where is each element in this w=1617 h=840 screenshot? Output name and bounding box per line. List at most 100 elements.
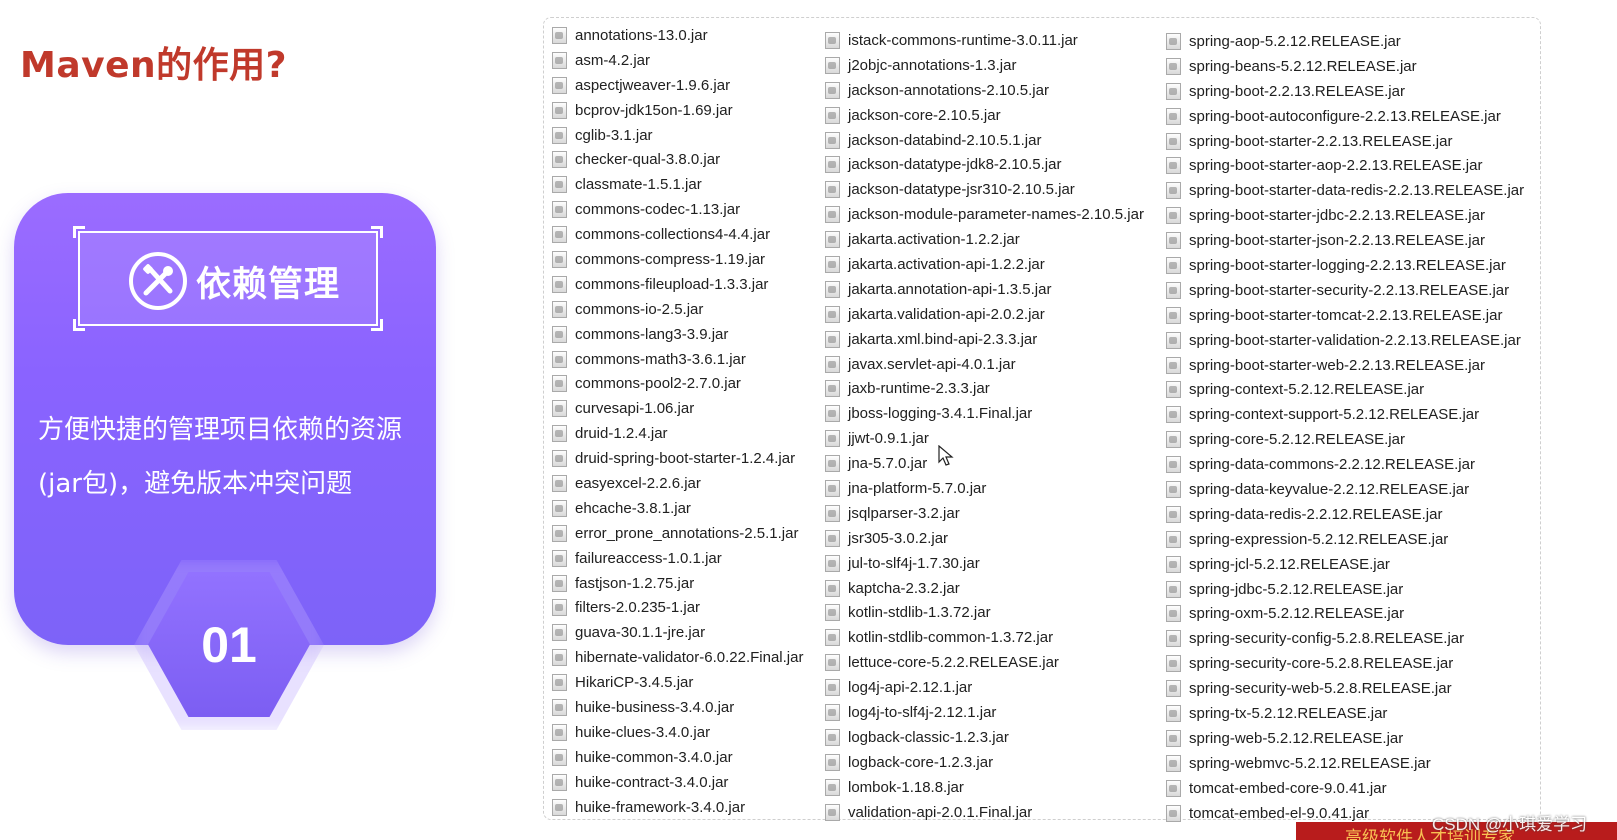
jar-file-item[interactable]: spring-data-redis-2.2.12.RELEASE.jar <box>1166 502 1524 527</box>
jar-file-icon <box>825 753 840 771</box>
jar-file-item[interactable]: validation-api-2.0.1.Final.jar <box>825 800 1144 825</box>
jar-file-item[interactable]: tomcat-embed-core-9.0.41.jar <box>1166 776 1524 801</box>
jar-file-item[interactable]: jackson-datatype-jsr310-2.10.5.jar <box>825 177 1144 202</box>
jar-file-item[interactable]: commons-math3-3.6.1.jar <box>552 347 803 372</box>
jar-file-item[interactable]: commons-pool2-2.7.0.jar <box>552 371 803 396</box>
file-column-1: annotations-13.0.jar asm-4.2.jar aspectjwe… <box>552 23 803 820</box>
jar-file-item[interactable]: commons-io-2.5.jar <box>552 297 803 322</box>
jar-file-item[interactable]: spring-boot-starter-json-2.2.13.RELEASE.… <box>1166 228 1524 253</box>
jar-file-item[interactable]: spring-boot-starter-aop-2.2.13.RELEASE.j… <box>1166 153 1524 178</box>
jar-file-item[interactable]: annotations-13.0.jar <box>552 23 803 48</box>
jar-file-item[interactable]: jakarta.activation-1.2.2.jar <box>825 227 1144 252</box>
jar-file-item[interactable]: HikariCP-3.4.5.jar <box>552 670 803 695</box>
jar-file-item[interactable]: spring-data-commons-2.2.12.RELEASE.jar <box>1166 452 1524 477</box>
jar-file-item[interactable]: spring-boot-starter-security-2.2.13.RELE… <box>1166 278 1524 303</box>
jar-file-item[interactable]: spring-security-web-5.2.8.RELEASE.jar <box>1166 676 1524 701</box>
jar-file-name: jjwt-0.9.1.jar <box>848 430 929 448</box>
jar-file-item[interactable]: commons-lang3-3.9.jar <box>552 322 803 347</box>
jar-file-item[interactable]: cglib-3.1.jar <box>552 123 803 148</box>
jar-file-item[interactable]: jackson-datatype-jdk8-2.10.5.jar <box>825 152 1144 177</box>
jar-file-item[interactable]: commons-collections4-4.4.jar <box>552 222 803 247</box>
jar-file-item[interactable]: huike-framework-3.4.0.jar <box>552 795 803 820</box>
jar-file-item[interactable]: kotlin-stdlib-common-1.3.72.jar <box>825 625 1144 650</box>
jar-file-item[interactable]: jjwt-0.9.1.jar <box>825 426 1144 451</box>
jar-file-item[interactable]: jakarta.annotation-api-1.3.5.jar <box>825 277 1144 302</box>
jar-file-item[interactable]: jna-platform-5.7.0.jar <box>825 476 1144 501</box>
jar-file-name: jsr305-3.0.2.jar <box>848 529 949 547</box>
jar-file-item[interactable]: jakarta.activation-api-1.2.2.jar <box>825 252 1144 277</box>
jar-file-item[interactable]: spring-web-5.2.12.RELEASE.jar <box>1166 726 1524 751</box>
jar-file-item[interactable]: spring-webmvc-5.2.12.RELEASE.jar <box>1166 751 1524 776</box>
jar-file-item[interactable]: jackson-module-parameter-names-2.10.5.ja… <box>825 202 1144 227</box>
jar-file-item[interactable]: hibernate-validator-6.0.22.Final.jar <box>552 645 803 670</box>
jar-file-item[interactable]: spring-oxm-5.2.12.RELEASE.jar <box>1166 601 1524 626</box>
jar-file-item[interactable]: huike-contract-3.4.0.jar <box>552 770 803 795</box>
jar-file-item[interactable]: jsr305-3.0.2.jar <box>825 526 1144 551</box>
jar-file-item[interactable]: spring-beans-5.2.12.RELEASE.jar <box>1166 54 1524 79</box>
jar-file-item[interactable]: jackson-databind-2.10.5.1.jar <box>825 128 1144 153</box>
jar-file-item[interactable]: jna-5.7.0.jar <box>825 451 1144 476</box>
jar-file-item[interactable]: commons-codec-1.13.jar <box>552 197 803 222</box>
jar-file-item[interactable]: asm-4.2.jar <box>552 48 803 73</box>
jar-file-item[interactable]: spring-boot-starter-jdbc-2.2.13.RELEASE.… <box>1166 203 1524 228</box>
jar-file-item[interactable]: jackson-core-2.10.5.jar <box>825 103 1144 128</box>
jar-file-item[interactable]: logback-classic-1.2.3.jar <box>825 725 1144 750</box>
jar-file-item[interactable]: jboss-logging-3.4.1.Final.jar <box>825 401 1144 426</box>
jar-file-item[interactable]: spring-boot-starter-tomcat-2.2.13.RELEAS… <box>1166 303 1524 328</box>
jar-file-item[interactable]: guava-30.1.1-jre.jar <box>552 620 803 645</box>
jar-file-item[interactable]: log4j-to-slf4j-2.12.1.jar <box>825 700 1144 725</box>
jar-file-item[interactable]: log4j-api-2.12.1.jar <box>825 675 1144 700</box>
jar-file-item[interactable]: druid-1.2.4.jar <box>552 421 803 446</box>
jar-file-item[interactable]: spring-boot-starter-data-redis-2.2.13.RE… <box>1166 178 1524 203</box>
jar-file-item[interactable]: spring-tx-5.2.12.RELEASE.jar <box>1166 701 1524 726</box>
jar-file-item[interactable]: kotlin-stdlib-1.3.72.jar <box>825 600 1144 625</box>
jar-file-item[interactable]: classmate-1.5.1.jar <box>552 172 803 197</box>
jar-file-item[interactable]: commons-compress-1.19.jar <box>552 247 803 272</box>
jar-file-item[interactable]: aspectjweaver-1.9.6.jar <box>552 73 803 98</box>
jar-file-item[interactable]: kaptcha-2.3.2.jar <box>825 576 1144 601</box>
jar-file-item[interactable]: jul-to-slf4j-1.7.30.jar <box>825 551 1144 576</box>
jar-file-item[interactable]: lombok-1.18.8.jar <box>825 775 1144 800</box>
jar-file-item[interactable]: spring-boot-starter-2.2.13.RELEASE.jar <box>1166 129 1524 154</box>
jar-file-item[interactable]: spring-context-support-5.2.12.RELEASE.ja… <box>1166 402 1524 427</box>
jar-file-item[interactable]: error_prone_annotations-2.5.1.jar <box>552 521 803 546</box>
jar-file-item[interactable]: javax.servlet-api-4.0.1.jar <box>825 352 1144 377</box>
jar-file-item[interactable]: filters-2.0.235-1.jar <box>552 595 803 620</box>
jar-file-item[interactable]: spring-boot-starter-logging-2.2.13.RELEA… <box>1166 253 1524 278</box>
jar-file-item[interactable]: j2objc-annotations-1.3.jar <box>825 53 1144 78</box>
jar-file-item[interactable]: spring-security-config-5.2.8.RELEASE.jar <box>1166 626 1524 651</box>
jar-file-item[interactable]: spring-boot-2.2.13.RELEASE.jar <box>1166 79 1524 104</box>
jar-file-item[interactable]: curvesapi-1.06.jar <box>552 396 803 421</box>
jar-file-item[interactable]: failureaccess-1.0.1.jar <box>552 546 803 571</box>
jar-file-item[interactable]: checker-qual-3.8.0.jar <box>552 147 803 172</box>
jar-file-item[interactable]: jackson-annotations-2.10.5.jar <box>825 78 1144 103</box>
jar-file-item[interactable]: bcprov-jdk15on-1.69.jar <box>552 98 803 123</box>
jar-file-item[interactable]: spring-expression-5.2.12.RELEASE.jar <box>1166 527 1524 552</box>
jar-file-item[interactable]: spring-boot-starter-web-2.2.13.RELEASE.j… <box>1166 353 1524 378</box>
jar-file-item[interactable]: spring-jcl-5.2.12.RELEASE.jar <box>1166 552 1524 577</box>
jar-file-item[interactable]: jakarta.validation-api-2.0.2.jar <box>825 302 1144 327</box>
jar-file-item[interactable]: spring-aop-5.2.12.RELEASE.jar <box>1166 29 1524 54</box>
jar-file-item[interactable]: spring-security-core-5.2.8.RELEASE.jar <box>1166 651 1524 676</box>
jar-file-item[interactable]: jaxb-runtime-2.3.3.jar <box>825 376 1144 401</box>
jar-file-item[interactable]: commons-fileupload-1.3.3.jar <box>552 272 803 297</box>
jar-file-item[interactable]: spring-data-keyvalue-2.2.12.RELEASE.jar <box>1166 477 1524 502</box>
jar-file-item[interactable]: jakarta.xml.bind-api-2.3.3.jar <box>825 327 1144 352</box>
jar-file-item[interactable]: easyexcel-2.2.6.jar <box>552 471 803 496</box>
jar-file-item[interactable]: huike-clues-3.4.0.jar <box>552 720 803 745</box>
jar-file-item[interactable]: spring-boot-autoconfigure-2.2.13.RELEASE… <box>1166 104 1524 129</box>
jar-file-item[interactable]: huike-common-3.4.0.jar <box>552 745 803 770</box>
jar-file-item[interactable]: ehcache-3.8.1.jar <box>552 496 803 521</box>
jar-file-item[interactable]: huike-business-3.4.0.jar <box>552 695 803 720</box>
jar-file-item[interactable]: jsqlparser-3.2.jar <box>825 501 1144 526</box>
jar-file-item[interactable]: lettuce-core-5.2.2.RELEASE.jar <box>825 650 1144 675</box>
jar-file-item[interactable]: spring-core-5.2.12.RELEASE.jar <box>1166 427 1524 452</box>
jar-file-item[interactable]: spring-jdbc-5.2.12.RELEASE.jar <box>1166 577 1524 602</box>
jar-file-item[interactable]: druid-spring-boot-starter-1.2.4.jar <box>552 446 803 471</box>
jar-file-item[interactable]: fastjson-1.2.75.jar <box>552 571 803 596</box>
jar-file-item[interactable]: spring-context-5.2.12.RELEASE.jar <box>1166 377 1524 402</box>
jar-file-icon <box>825 231 840 249</box>
jar-file-item[interactable]: istack-commons-runtime-3.0.11.jar <box>825 28 1144 53</box>
jar-file-item[interactable]: spring-boot-starter-validation-2.2.13.RE… <box>1166 328 1524 353</box>
jar-file-item[interactable]: logback-core-1.2.3.jar <box>825 750 1144 775</box>
